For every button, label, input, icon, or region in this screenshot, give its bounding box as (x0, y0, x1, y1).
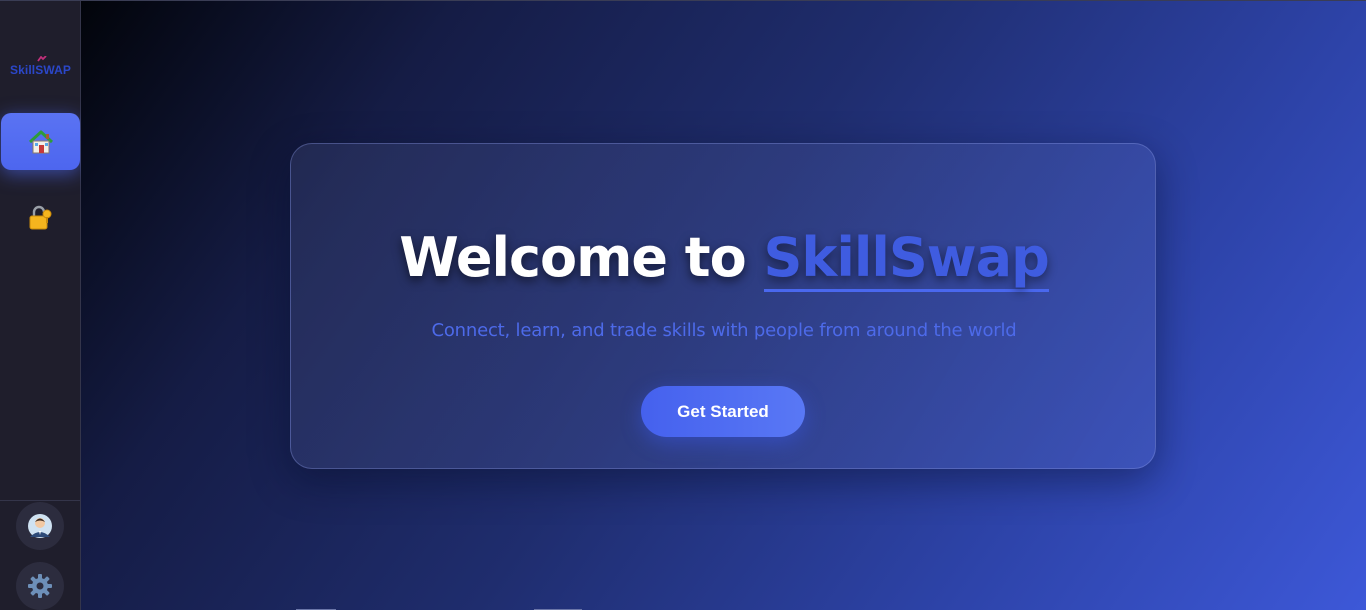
title-brand: SkillSwap (763, 226, 1050, 292)
sidebar: SkillSWAP (0, 1, 81, 610)
lock-key-icon (29, 205, 52, 229)
get-started-button[interactable]: Get Started (641, 386, 805, 437)
logo-text: SkillSWAP (10, 63, 71, 77)
app-window: SkillSWAP Welcome to SkillSwap Connect, … (0, 0, 1366, 610)
sidebar-divider (0, 500, 81, 501)
gear-icon (28, 574, 52, 598)
profile-button[interactable] (16, 502, 64, 550)
house-icon (28, 130, 53, 153)
nav-lock-button[interactable] (0, 189, 80, 246)
app-logo[interactable]: SkillSWAP (0, 53, 81, 83)
page-title: Welcome to SkillSwap (291, 226, 1157, 292)
nav-home-button[interactable] (1, 113, 80, 170)
title-prefix: Welcome to (399, 226, 764, 289)
user-avatar-icon (28, 514, 52, 538)
settings-button[interactable] (16, 562, 64, 610)
logo-mark-icon (37, 56, 47, 62)
page-subtitle: Connect, learn, and trade skills with pe… (431, 320, 1017, 341)
welcome-card: Welcome to SkillSwap Connect, learn, and… (290, 143, 1156, 469)
main-content: Welcome to SkillSwap Connect, learn, and… (81, 1, 1366, 610)
